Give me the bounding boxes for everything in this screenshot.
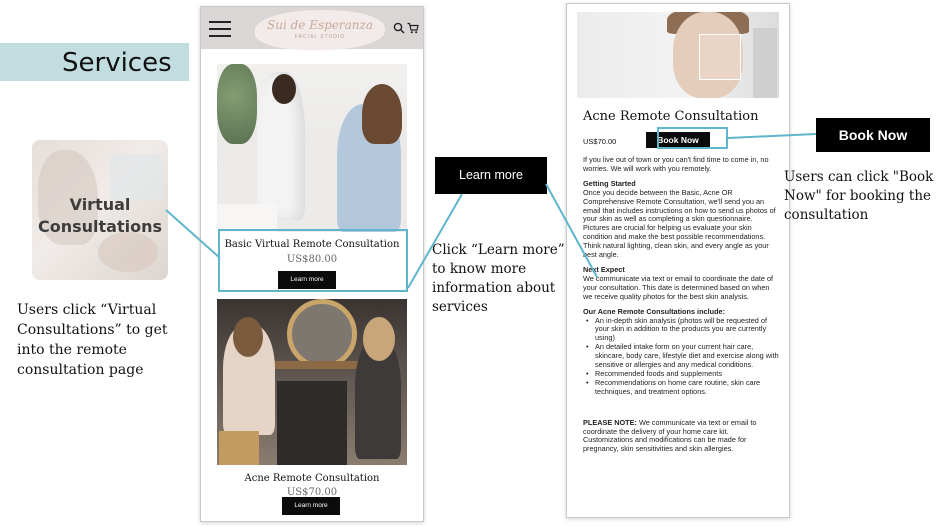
detail-description: If you live out of town or you can't fin… [583, 155, 779, 460]
list-item: An in-depth skin analysis (photos will b… [583, 316, 779, 344]
learn-more-button[interactable]: Learn more [282, 497, 340, 515]
tile-label: Virtual Consultations [32, 194, 168, 238]
getting-started-text: Once you decide between the Basic, Acne … [583, 187, 776, 260]
please-note-label: PLEASE NOTE: [583, 417, 637, 427]
learn-more-callout: Learn more [435, 157, 547, 194]
virtual-consultations-note: Users click “Virtual Consultations” to g… [17, 302, 168, 378]
list-item: Recommendations on home care routine, sk… [583, 378, 779, 397]
book-now-highlight-box [657, 127, 728, 149]
logo-text: Sui de Esperanza [267, 18, 373, 32]
search-icon[interactable] [393, 22, 405, 34]
next-expect-section: Next Expect We communicate via text or e… [583, 265, 779, 302]
tile-label-line1: Virtual [69, 195, 131, 214]
logo-subtext: FACIAL STUDIO [294, 34, 346, 40]
list-item: An detailed intake form on your current … [583, 342, 779, 370]
next-expect-text: We communicate via text or email to coor… [583, 273, 774, 301]
book-now-note: Users can click "Book Now" for booking t… [784, 169, 934, 223]
cart-icon[interactable] [407, 22, 419, 34]
card-highlight-box [218, 229, 408, 292]
please-note-section: PLEASE NOTE: We communicate via text or … [583, 417, 779, 455]
menu-icon[interactable] [209, 21, 231, 37]
includes-list: An in-depth skin analysis (photos will b… [583, 316, 779, 397]
getting-started-section: Getting Started Once you decide between … [583, 179, 779, 260]
service-title[interactable]: Acne Remote Consultation [201, 473, 423, 484]
service-photo-acne[interactable] [217, 299, 407, 465]
app-header: Sui de Esperanza FACIAL STUDIO [201, 7, 423, 50]
intro-text: If you live out of town or you can't fin… [583, 155, 769, 173]
section-title: Services [62, 48, 172, 78]
brand-logo[interactable]: Sui de Esperanza FACIAL STUDIO [255, 10, 385, 50]
tile-label-line2: Consultations [37, 217, 162, 236]
service-detail-screen: Acne Remote Consultation US$70.00 Book N… [566, 3, 790, 518]
service-hero-image [577, 12, 779, 98]
learn-more-note: Click “Learn more” to know more informat… [432, 242, 565, 315]
detail-price: US$70.00 [583, 137, 617, 146]
book-now-callout: Book Now [816, 118, 930, 152]
service-photo-basic[interactable] [217, 64, 407, 232]
virtual-consultations-tile[interactable]: Virtual Consultations [32, 140, 168, 280]
detail-title: Acne Remote Consultation [583, 109, 759, 124]
